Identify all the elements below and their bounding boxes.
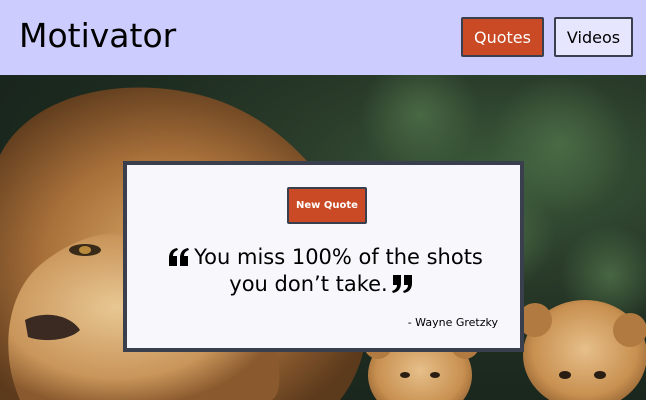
new-quote-button[interactable]: New Quote <box>287 187 367 224</box>
videos-button[interactable]: Videos <box>554 17 633 57</box>
quote-open-icon <box>168 247 190 272</box>
top-navbar: Motivator Quotes Videos <box>0 0 646 75</box>
quote-author: - Wayne Gretzky <box>407 316 498 329</box>
quote-text: You miss 100% of the shots you don’t tak… <box>194 245 483 296</box>
quote-card: New Quote You miss 100% of the shots you… <box>123 161 524 352</box>
quote-text-block: You miss 100% of the shots you don’t tak… <box>147 245 500 299</box>
quotes-button[interactable]: Quotes <box>461 17 544 57</box>
brand-title: Motivator <box>19 16 177 55</box>
quote-close-icon <box>391 274 414 299</box>
